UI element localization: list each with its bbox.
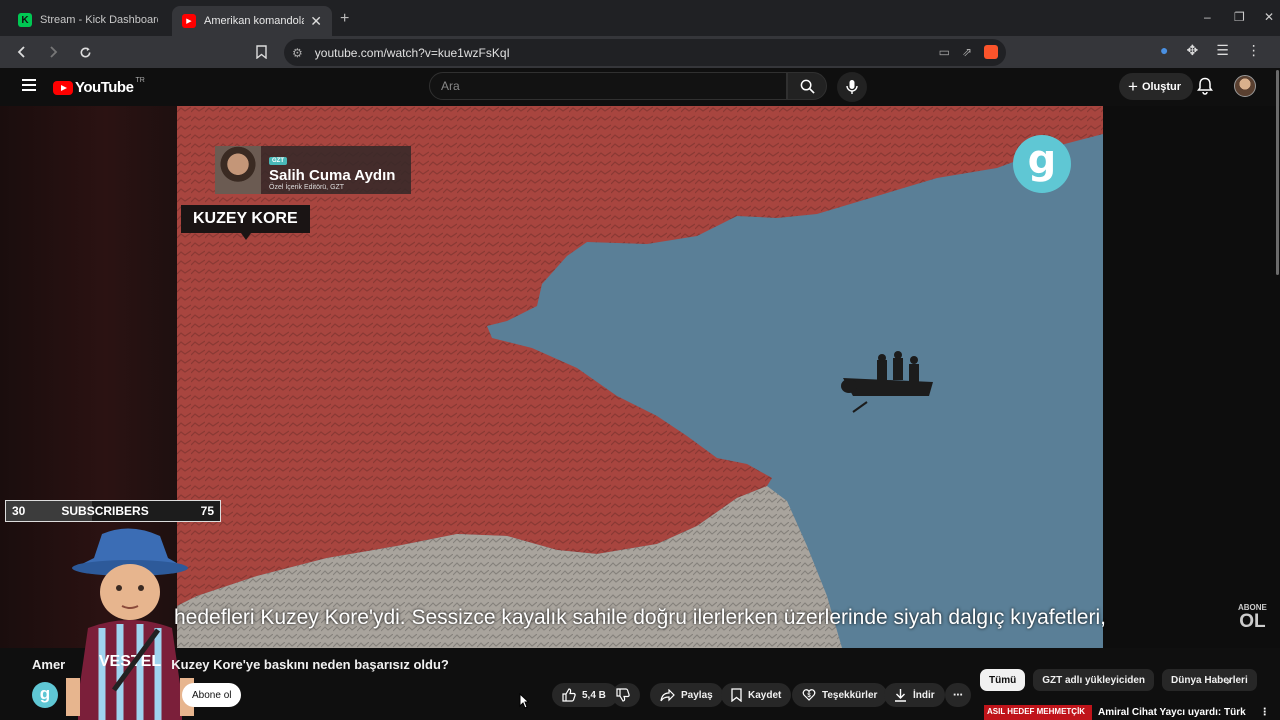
save-label: Kaydet (748, 689, 782, 701)
video-title-end: Kuzey Kore'ye baskını neden başarısız ol… (171, 657, 449, 672)
presenter-lower-third: GZT Salih Cuma Aydın Özel İçerik Editörü… (215, 146, 411, 194)
minimize-icon[interactable]: – (1204, 10, 1211, 24)
url-text: youtube.com/watch?v=kue1wzFsKqI (314, 45, 510, 60)
notifications-bell-icon[interactable] (1197, 77, 1213, 95)
video-player[interactable]: GZT Salih Cuma Aydın Özel İçerik Editörü… (177, 106, 1103, 648)
youtube-header: YouTube TR Ara + Oluştur (0, 68, 1280, 106)
tab-title: Amerikan komandolarının K (204, 15, 304, 27)
forward-icon[interactable] (43, 42, 63, 62)
bookmark-save-icon (731, 688, 742, 702)
address-bar[interactable]: ⚙ youtube.com/watch?v=kue1wzFsKqI ▭ ⇗ (284, 39, 1006, 66)
chip-all[interactable]: Tümü (980, 669, 1026, 691)
plus-icon: + (1128, 76, 1138, 96)
dislike-button[interactable] (612, 683, 640, 707)
recommendation-filter-chips: Tümü GZT adlı yükleyiciden Dünya Haberle… (980, 669, 1257, 691)
like-count: 5,4 B (582, 689, 606, 701)
sub-current: 30 (12, 504, 26, 518)
gzt-logo: g (1013, 135, 1071, 193)
search-button[interactable] (787, 72, 827, 100)
search-icon (800, 79, 815, 94)
recommended-more-icon[interactable]: ⋮ (1260, 707, 1270, 718)
thanks-heart-icon: $ (802, 689, 816, 701)
tab-title: Stream - Kick Dashboard (40, 14, 158, 26)
recommended-title: Amiral Cihat Yaycı uyardı: Türk (1098, 707, 1246, 718)
address-toolbar: ⚙ youtube.com/watch?v=kue1wzFsKqI ▭ ⇗ ● … (0, 36, 1280, 68)
channel-avatar[interactable]: g (32, 682, 58, 708)
thanks-button[interactable]: $ Teşekkürler (792, 683, 888, 707)
chip-from-uploader[interactable]: GZT adlı yükleyiciden (1033, 669, 1155, 691)
subscribe-button[interactable]: Abone ol (182, 683, 242, 707)
video-title-start: Amer (32, 657, 66, 672)
recommended-thumbnail: ASIL HEDEF MEHMETÇİK (984, 705, 1092, 720)
thumbs-up-icon (562, 688, 576, 702)
video-title: Amer Kuzey Kore'ye baskını neden başarısı… (32, 657, 449, 672)
thumbs-down-icon (616, 688, 630, 702)
more-horizontal-icon: ⋯ (953, 689, 963, 701)
sub-goal: 75 (200, 504, 214, 518)
search-input[interactable]: Ara (429, 72, 787, 100)
presenter-tag: GZT (269, 157, 287, 165)
recommended-video-item[interactable]: ASIL HEDEF MEHMETÇİK Amiral Cihat Yaycı … (984, 705, 1270, 720)
download-label: İndir (913, 689, 935, 701)
country-code: TR (135, 77, 145, 84)
subscriber-goal-bar: 30 SUBSCRIBERS 75 (5, 500, 221, 522)
close-tab-icon[interactable]: ✕ (310, 13, 322, 30)
save-button[interactable]: Kaydet (721, 683, 792, 707)
cast-icon[interactable]: ▭ (939, 45, 950, 59)
kick-icon: K (18, 13, 32, 27)
microphone-icon (846, 80, 858, 94)
download-icon (895, 689, 906, 702)
location-label: KUZEY KORE (181, 205, 310, 240)
menu-hamburger-icon[interactable] (22, 79, 36, 91)
tab-youtube-video[interactable]: ▶ Amerikan komandolarının K ✕ (172, 6, 332, 36)
share-icon (660, 688, 675, 701)
account-avatar[interactable] (1234, 75, 1256, 97)
create-button[interactable]: + Oluştur (1119, 73, 1194, 100)
extensions-icon[interactable]: ✥ (1186, 42, 1198, 59)
logo-text: YouTube (75, 79, 134, 96)
like-button[interactable]: 5,4 B (552, 683, 618, 707)
create-label: Oluştur (1141, 80, 1182, 93)
brave-shield-icon[interactable] (984, 45, 998, 59)
presenter-role: Özel İçerik Editörü, GZT (269, 184, 345, 191)
menu-icon[interactable]: ⋮ (1247, 42, 1261, 59)
playlist-icon[interactable]: ☰ (1216, 42, 1229, 59)
chips-next-icon[interactable]: › (1226, 672, 1231, 688)
tab-kick-dashboard[interactable]: K Stream - Kick Dashboard (8, 7, 168, 33)
more-actions-button[interactable]: ⋯ (945, 683, 971, 707)
share-label: Paylaş (681, 689, 713, 701)
presenter-photo (215, 146, 261, 194)
video-ambient-right (1103, 106, 1280, 648)
watermark-bottom: OL (1239, 611, 1266, 632)
page-scrollbar[interactable] (1276, 70, 1279, 275)
mouse-cursor-icon (519, 693, 529, 709)
voice-search-button[interactable] (837, 72, 867, 102)
restore-icon[interactable]: ❐ (1234, 10, 1245, 24)
presenter-name: Salih Cuma Aydın (269, 167, 396, 184)
close-window-icon[interactable]: ✕ (1264, 10, 1274, 24)
site-info-icon[interactable]: ⚙ (292, 46, 303, 60)
share-icon[interactable]: ⇗ (962, 45, 972, 59)
thanks-label: Teşekkürler (822, 689, 878, 701)
youtube-play-icon (53, 80, 73, 95)
extension-badge-icon[interactable]: ● (1160, 42, 1168, 59)
new-tab-button[interactable]: + (340, 10, 349, 28)
back-icon[interactable] (12, 42, 32, 62)
reload-icon[interactable] (75, 42, 95, 62)
share-button[interactable]: Paylaş (650, 683, 723, 707)
browser-tab-bar: K Stream - Kick Dashboard ▶ Amerikan kom… (0, 0, 1280, 36)
youtube-logo[interactable]: YouTube TR (53, 77, 145, 96)
sub-label: SUBSCRIBERS (61, 504, 149, 518)
chip-world-news[interactable]: Dünya Haberleri (1162, 669, 1257, 691)
video-caption: hedefleri Kuzey Kore'ydi. Sessizce kayal… (174, 606, 1106, 629)
download-button[interactable]: İndir (884, 683, 945, 707)
youtube-icon: ▶ (182, 14, 196, 28)
bookmark-icon[interactable] (251, 42, 271, 62)
subscribe-watermark[interactable]: ABONE OL (1238, 603, 1267, 632)
